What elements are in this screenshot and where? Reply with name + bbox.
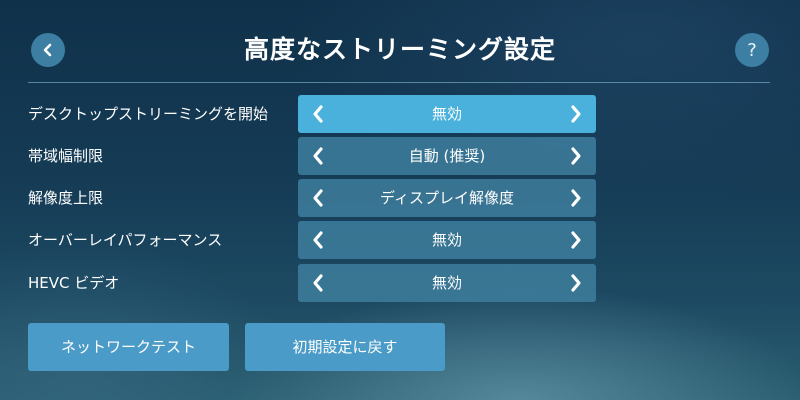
setting-row-bandwidth-limit: 帯域幅制限 自動 (推奨): [28, 137, 598, 175]
page-title: 高度なストリーミング設定: [243, 35, 556, 64]
chevron-right-icon[interactable]: [565, 103, 587, 125]
chevron-right-icon[interactable]: [565, 229, 587, 251]
setting-label: HEVC ビデオ: [28, 274, 120, 292]
chevron-left-icon[interactable]: [307, 272, 329, 294]
selector-value: 無効: [431, 274, 462, 292]
setting-row-resolution-limit: 解像度上限 ディスプレイ解像度: [28, 179, 598, 217]
setting-label: 帯域幅制限: [28, 147, 104, 165]
setting-label: 解像度上限: [28, 189, 104, 207]
help-button[interactable]: ?: [735, 33, 769, 67]
setting-label: デスクトップストリーミングを開始: [28, 105, 269, 123]
setting-row-overlay-performance: オーバーレイパフォーマンス 無効: [28, 221, 598, 259]
selector-value: 自動 (推奨): [408, 147, 486, 165]
resolution-limit-selector[interactable]: ディスプレイ解像度: [298, 179, 596, 217]
selector-value: ディスプレイ解像度: [380, 189, 514, 207]
chevron-left-icon[interactable]: [307, 103, 329, 125]
chevron-left-icon[interactable]: [307, 145, 329, 167]
bandwidth-limit-selector[interactable]: 自動 (推奨): [298, 137, 596, 175]
reset-defaults-button[interactable]: 初期設定に戻す: [245, 323, 445, 371]
chevron-right-icon[interactable]: [565, 145, 587, 167]
setting-row-hevc-video: HEVC ビデオ 無効: [28, 264, 598, 302]
network-test-button[interactable]: ネットワークテスト: [28, 323, 229, 371]
chevron-left-icon[interactable]: [307, 187, 329, 209]
desktop-streaming-selector[interactable]: 無効: [298, 95, 596, 133]
setting-label: オーバーレイパフォーマンス: [28, 231, 223, 249]
selector-value: 無効: [431, 231, 462, 249]
selector-value: 無効: [431, 105, 462, 123]
chevron-right-icon[interactable]: [565, 272, 587, 294]
setting-row-desktop-streaming: デスクトップストリーミングを開始 無効: [28, 95, 598, 133]
chevron-left-icon[interactable]: [307, 229, 329, 251]
overlay-performance-selector[interactable]: 無効: [298, 221, 596, 259]
chevron-right-icon[interactable]: [565, 187, 587, 209]
hevc-video-selector[interactable]: 無効: [298, 264, 596, 302]
header-divider: [28, 82, 770, 83]
